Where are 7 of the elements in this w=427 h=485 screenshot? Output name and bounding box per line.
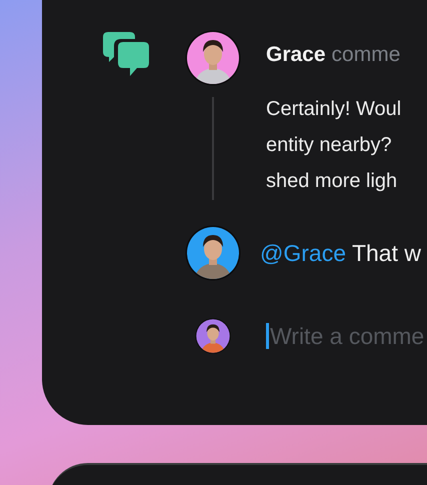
avatar [195,318,231,354]
comment-text: Certainly! Woul entity nearby? shed more ligh [266,97,402,194]
author-name: Grace [266,43,326,66]
chat-bubbles-icon [103,32,149,76]
reply-text: @Grace That w [260,240,421,266]
comment-action: comme [332,43,400,66]
mention-link[interactable]: @Grace [260,240,346,266]
